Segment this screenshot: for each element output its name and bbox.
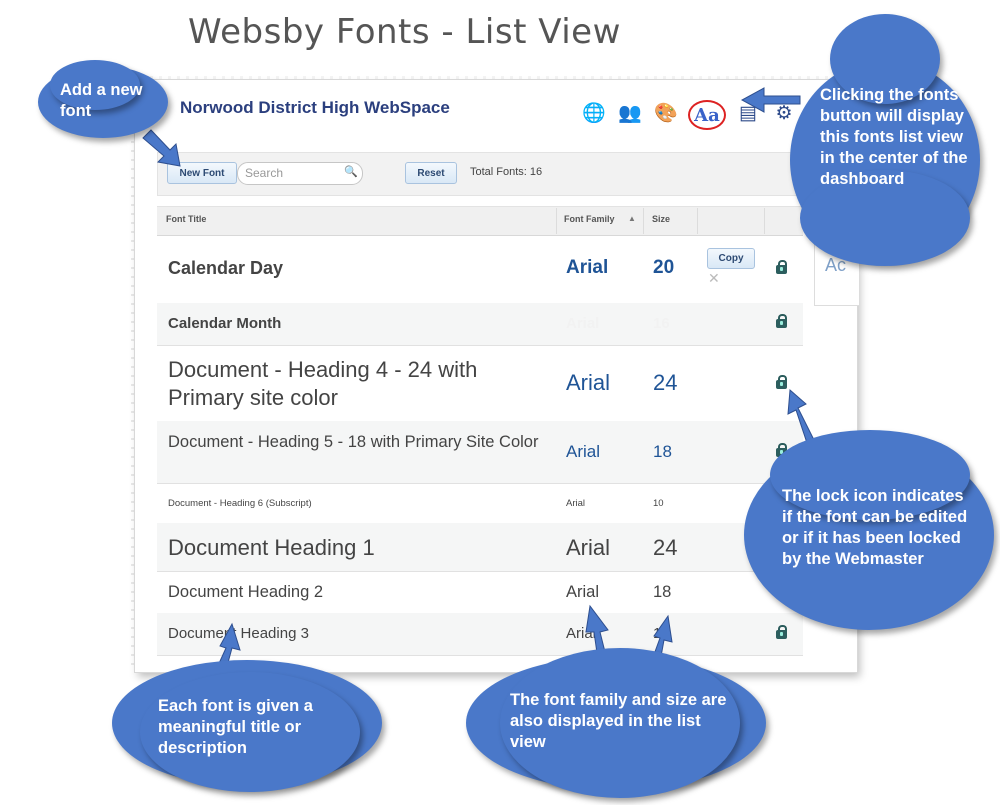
callout-lock-icon: The lock icon indicates if the font can …	[782, 487, 968, 568]
arrow-add-font	[142, 129, 181, 167]
arrow-fonts-button	[740, 87, 801, 113]
callout-fonts-button: Clicking the fonts button will display t…	[820, 86, 968, 188]
callout-add-font: Add a new font	[60, 81, 143, 120]
callout-title-desc: Each font is given a meaningful title or…	[158, 697, 313, 757]
callout-family-size: The font family and size are also displa…	[510, 691, 727, 751]
